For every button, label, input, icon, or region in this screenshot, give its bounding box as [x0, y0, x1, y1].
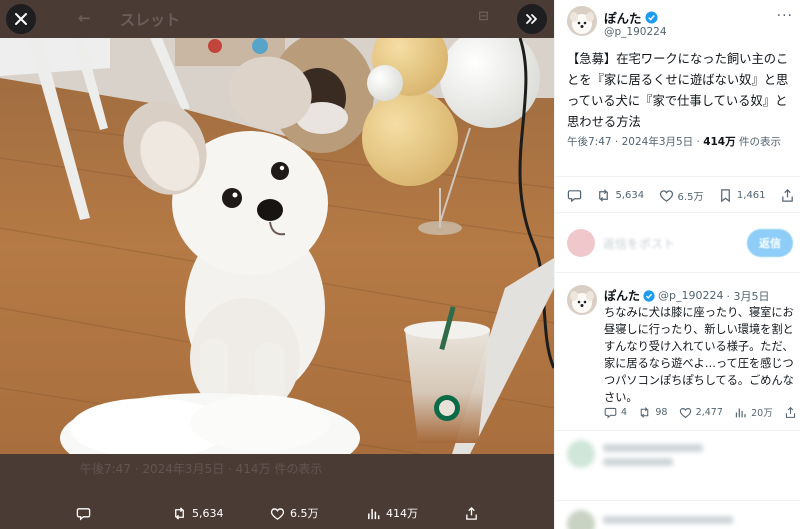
dog-avatar-icon [567, 285, 597, 315]
reply-author-avatar[interactable] [567, 285, 597, 315]
tweet-detail-pane: ぽんた @p_190224 ··· 【急募】在宅ワークになった飼い主のことを『家… [554, 0, 800, 529]
blurred-reply[interactable] [567, 440, 793, 480]
reply-submit-button[interactable]: 返信 [747, 229, 793, 257]
reply-input[interactable]: 返信をポスト [603, 235, 675, 252]
viewer-like-button[interactable]: 6.5万 [270, 505, 319, 521]
reply-icon [567, 190, 582, 203]
views-bar-chart-icon [735, 407, 746, 417]
heart-icon [679, 407, 691, 418]
viewer-retweet-count: 5,634 [192, 506, 224, 520]
reply-stats-bar: 4 98 2,477 20万 [604, 405, 797, 419]
divider [555, 430, 800, 431]
bookmark-icon [721, 189, 730, 203]
reply-retweet-count: 98 [655, 406, 668, 418]
reply-views-count: 20万 [751, 408, 773, 419]
like-count: 6.5万 [677, 192, 704, 203]
divider [555, 500, 800, 501]
blurred-avatar [567, 440, 595, 468]
blurred-line [603, 444, 703, 452]
viewer-like-count: 6.5万 [290, 507, 319, 520]
share-icon [785, 406, 796, 418]
close-icon [15, 13, 27, 25]
reply-author-handle[interactable]: @p_190224 [658, 289, 723, 302]
reply-like-count: 2,477 [695, 406, 723, 418]
reply-share-button[interactable] [784, 405, 797, 419]
blurred-reply[interactable] [567, 510, 793, 529]
viewer-views-button[interactable]: 414万 [366, 505, 418, 521]
heart-icon [659, 190, 673, 202]
verified-badge-icon [644, 11, 658, 24]
reply-icon [604, 407, 617, 419]
viewer-top-bar: ← スレット ⊟ [0, 0, 554, 38]
share-button[interactable] [780, 188, 795, 203]
media-viewer: ← スレット ⊟ 午後7:47 · 2024年3月5日 · 414万 件の表示 … [0, 0, 554, 529]
expand-button[interactable] [517, 4, 547, 34]
bookmark-button[interactable]: 1,461 [718, 188, 766, 203]
back-arrow-icon: ← [78, 9, 91, 27]
viewer-views-count: 414万 [386, 507, 418, 520]
bookmark-count: 1,461 [736, 190, 766, 201]
close-button[interactable] [6, 4, 36, 34]
reply-button[interactable] [567, 188, 582, 203]
reply-date[interactable]: · 3月5日 [727, 288, 770, 304]
reply-retweet-button[interactable]: 98 [638, 405, 667, 419]
viewer-bottom-bar: 午後7:47 · 2024年3月5日 · 414万 件の表示 5,634 6.5… [0, 454, 554, 529]
blurred-line [603, 516, 733, 524]
reply-author-row: ぽんた @p_190224 · 3月5日 [604, 287, 770, 304]
dog-avatar-icon [567, 6, 597, 36]
current-user-avatar [567, 229, 595, 257]
views-bar-chart-icon [368, 508, 380, 519]
heart-icon [270, 507, 285, 520]
share-icon [782, 189, 793, 202]
reply-author-name[interactable]: ぽんた [604, 287, 640, 304]
double-chevron-right-icon [526, 14, 537, 24]
share-icon [466, 506, 477, 520]
more-options-icon[interactable]: ··· [777, 8, 793, 24]
author-handle[interactable]: @p_190224 [604, 26, 667, 38]
viewer-action-bar: 5,634 6.5万 414万 [0, 497, 554, 529]
author-display-name[interactable]: ぽんた [604, 8, 642, 27]
reply-like-button[interactable]: 2,477 [679, 405, 723, 419]
blurred-avatar [567, 510, 595, 529]
blurred-line [603, 458, 673, 466]
reply-text: ちなみに犬は膝に座ったり、寝室にお昼寝しに行ったり、新しい環境を割とすんなり受け… [604, 306, 794, 404]
tweet-text: 【急募】在宅ワークになった飼い主のことを『家に居るくせに遊ばない奴』と思っている… [567, 52, 789, 129]
tweet-author-header: ぽんた @p_190224 ··· [567, 6, 793, 46]
retweet-count: 5,634 [615, 190, 645, 201]
tweet-views-label: 件の表示 [735, 136, 781, 148]
tweet-stats-bar: 5,634 6.5万 1,461 [567, 188, 795, 203]
tweet-meta: 午後7:47 · 2024年3月5日 · 414万 件の表示 [567, 134, 795, 151]
author-avatar[interactable] [567, 6, 597, 36]
viewer-retweet-button[interactable]: 5,634 [172, 506, 224, 521]
retweet-icon [175, 506, 184, 520]
verified-badge-icon [643, 289, 655, 302]
reply-composer: 返信をポスト 返信 [567, 227, 793, 259]
divider [555, 176, 800, 177]
reply-views-button[interactable]: 20万 [734, 405, 773, 419]
reply-reply-count: 4 [621, 406, 628, 418]
reply-icon [76, 507, 91, 521]
dog-photo-image [0, 38, 554, 454]
viewer-reply-button[interactable] [76, 506, 91, 521]
ghost-caption: 午後7:47 · 2024年3月5日 · 414万 件の表示 [80, 462, 323, 476]
viewer-share-button[interactable] [464, 506, 479, 521]
retweet-button[interactable]: 5,634 [596, 188, 644, 203]
viewer-title: スレット [120, 11, 181, 29]
like-button[interactable]: 6.5万 [659, 188, 704, 203]
tweet-photo[interactable] [0, 38, 554, 454]
retweet-icon [641, 406, 649, 418]
retweet-icon [599, 189, 609, 202]
settings-icon: ⊟ [478, 9, 489, 24]
reply-reply-button[interactable]: 4 [604, 405, 627, 419]
author-name-row[interactable]: ぽんた [604, 8, 658, 27]
tweet-views-count: 414万 [703, 136, 736, 148]
divider [555, 212, 800, 213]
divider [555, 272, 800, 273]
tweet-timestamp[interactable]: 午後7:47 · 2024年3月5日 · [567, 136, 703, 148]
